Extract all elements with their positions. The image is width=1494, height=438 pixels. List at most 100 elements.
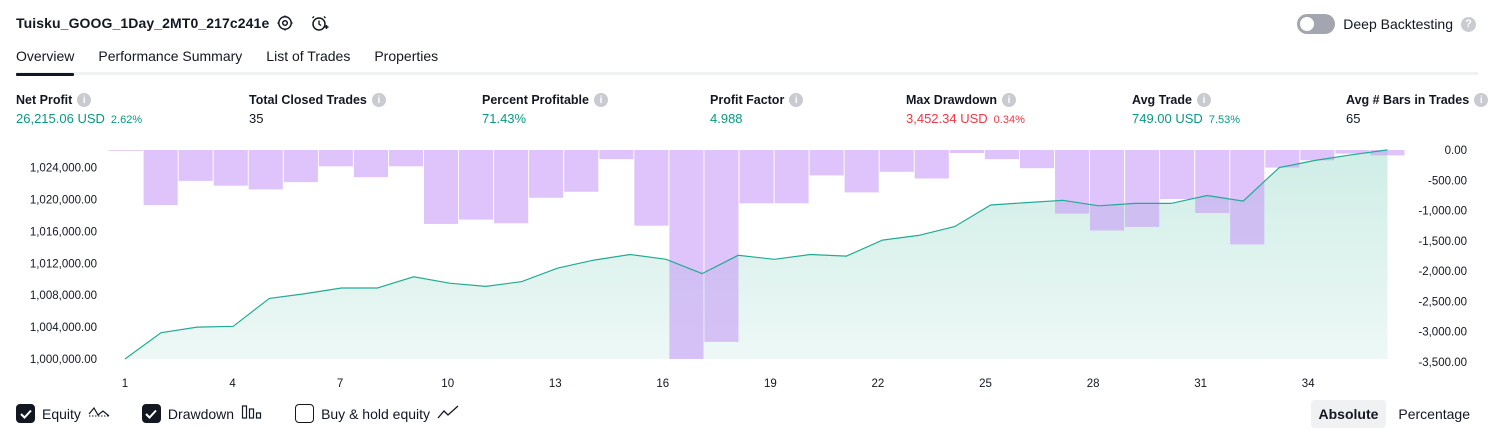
drawdown-bar (529, 150, 564, 198)
drawdown-bar (1195, 150, 1230, 213)
info-icon[interactable]: i (1002, 93, 1016, 107)
metric-value: 26,215.06 USD (16, 111, 105, 126)
tab-list-of-trades[interactable]: List of Trades (266, 48, 350, 74)
x-tick-label: 34 (1302, 378, 1315, 390)
toggle-knob (1300, 17, 1315, 31)
info-icon[interactable]: i (1474, 93, 1489, 107)
x-tick-label: 31 (1194, 378, 1207, 390)
settings-gear-icon[interactable] (276, 14, 294, 32)
metric-total-closed-trades: Total Closed Trades i 35 (249, 93, 386, 126)
drawdown-bar (459, 150, 494, 220)
absolute-button[interactable]: Absolute (1310, 400, 1387, 428)
metric-value: 65 (1346, 111, 1361, 126)
deep-backtesting-control: Deep Backtesting ? (1297, 14, 1476, 34)
drawdown-bar (844, 150, 879, 193)
x-tick-label: 25 (979, 378, 992, 390)
metric-percent-profitable: Percent Profitable i 71.43% (482, 93, 608, 126)
metric-label: Total Closed Trades (249, 93, 367, 107)
metric-avg-bars-in-trades: Avg # Bars in Trades i 65 (1346, 93, 1489, 126)
metric-value: 71.43% (482, 111, 527, 126)
metric-value: 35 (249, 111, 264, 126)
metric-value: 749.00 USD (1132, 111, 1203, 126)
drawdown-bar (1370, 150, 1405, 156)
drawdown-bar (388, 150, 423, 167)
drawdown-bar (1019, 150, 1054, 169)
drawdown-bar (809, 150, 844, 176)
y-left-tick-label: 1,024,000.00 (30, 163, 97, 175)
metric-avg-trade: Avg Trade i 749.00 USD 7.53% (1132, 93, 1240, 126)
drawdown-bar (213, 150, 248, 186)
drawdown-bar (879, 150, 914, 172)
legend-drawdown[interactable]: Drawdown (141, 404, 263, 423)
drawdown-bar (564, 150, 599, 192)
view-mode-switch: Absolute Percentage (1310, 400, 1479, 428)
metric-percent: 0.34% (993, 114, 1025, 126)
y-left-tick-label: 1,016,000.00 (30, 226, 97, 238)
add-alert-clock-icon[interactable] (311, 14, 329, 32)
y-right-tick-label: -2,000.00 (1418, 266, 1467, 278)
y-right-tick-label: -500.00 (1428, 175, 1467, 187)
y-right-tick-label: -2,500.00 (1418, 296, 1467, 308)
y-right-tick-label: -1,500.00 (1418, 236, 1467, 248)
info-icon[interactable]: i (371, 93, 386, 107)
drawdown-bar (704, 150, 739, 342)
metric-label: Net Profit (16, 93, 73, 107)
metric-percent: 2.62% (110, 114, 143, 126)
equity-label: Equity (42, 405, 81, 422)
equity-checkbox[interactable] (16, 404, 35, 423)
drawdown-bar (1125, 150, 1160, 227)
tab-performance-summary[interactable]: Performance Summary (98, 48, 242, 74)
x-tick-label: 10 (441, 378, 454, 390)
drawdown-bar (599, 150, 634, 160)
x-tick-label: 22 (872, 378, 885, 390)
drawdown-bar (318, 150, 353, 167)
y-right-tick-label: -1,000.00 (1418, 206, 1467, 218)
help-question-icon[interactable]: ? (1461, 16, 1476, 32)
metric-value: 3,452.34 USD (906, 111, 988, 126)
drawdown-bar (108, 150, 143, 151)
metric-label: Percent Profitable (482, 93, 589, 107)
buy-hold-line-icon (437, 404, 459, 423)
chart-legend: Equity Drawdown Buy & hold equity (16, 404, 491, 423)
tab-properties[interactable]: Properties (374, 48, 438, 74)
y-left-tick-label: 1,008,000.00 (30, 290, 97, 302)
info-icon[interactable]: i (77, 93, 92, 107)
equity-drawdown-chart[interactable]: 1,000,000.00 1,004,000.00 1,008,000.00 1,01… (0, 140, 1494, 398)
equity-line-icon (88, 404, 110, 423)
metric-percent: 7.53% (1208, 114, 1241, 126)
deep-backtesting-toggle[interactable] (1297, 14, 1336, 34)
y-left-tick-label: 1,004,000.00 (30, 322, 97, 334)
metric-max-drawdown: Max Drawdown i 3,452.34 USD 0.34% (906, 93, 1025, 126)
tab-bar: Overview Performance Summary List of Tra… (16, 48, 462, 76)
drawdown-bar (1090, 150, 1125, 231)
legend-buy-hold-equity[interactable]: Buy & hold equity (295, 404, 459, 423)
metric-label: Profit Factor (710, 93, 785, 107)
info-icon[interactable]: i (789, 93, 804, 107)
metric-label: Avg Trade (1132, 93, 1192, 107)
x-tick-label: 16 (656, 378, 669, 390)
drawdown-bar (669, 150, 704, 359)
buy-hold-label: Buy & hold equity (321, 405, 431, 422)
legend-equity[interactable]: Equity (16, 404, 110, 423)
tab-overview[interactable]: Overview (16, 48, 75, 76)
drawdown-bar (143, 150, 178, 206)
drawdown-bar (248, 150, 283, 190)
metric-label: Avg # Bars in Trades (1346, 93, 1470, 107)
x-tick-label: 1 (122, 378, 128, 390)
drawdown-bar (178, 150, 213, 181)
drawdown-bar (1160, 150, 1195, 199)
y-left-tick-label: 1,020,000.00 (30, 195, 97, 207)
y-right-tick-label: -3,000.00 (1418, 327, 1467, 339)
buy-hold-checkbox[interactable] (295, 404, 315, 423)
info-icon[interactable]: i (1196, 93, 1211, 107)
strategy-name: Tuisku_GOOG_1Day_2MT0_217c241e (16, 15, 270, 31)
metric-profit-factor: Profit Factor i 4.988 (710, 93, 804, 126)
drawdown-bar (739, 150, 774, 204)
percentage-button[interactable]: Percentage (1390, 400, 1478, 428)
drawdown-bar (283, 150, 318, 183)
y-left-tick-label: 1,000,000.00 (30, 354, 97, 366)
info-icon[interactable]: i (593, 93, 608, 107)
y-left-tick-label: 1,012,000.00 (30, 258, 97, 270)
drawdown-bars-icon (241, 404, 263, 423)
drawdown-checkbox[interactable] (141, 404, 161, 423)
